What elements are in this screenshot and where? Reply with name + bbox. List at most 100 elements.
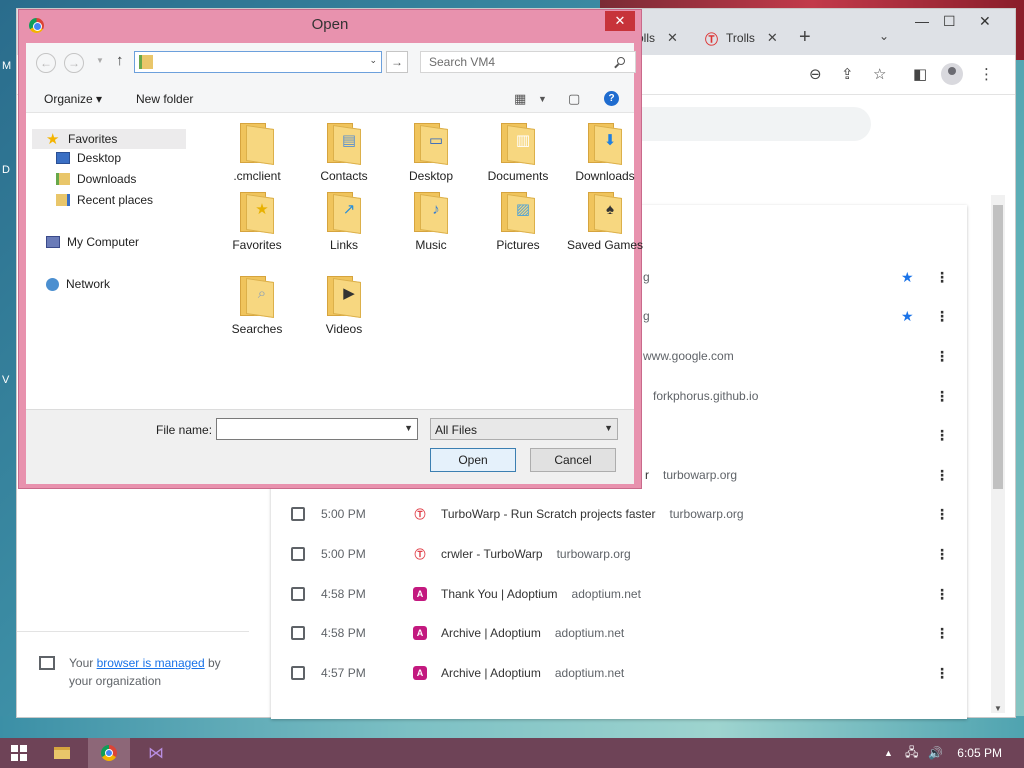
- file-explorer-icon[interactable]: [48, 738, 76, 768]
- side-panel-icon[interactable]: ◧: [913, 65, 927, 83]
- close-icon[interactable]: ✕: [667, 30, 678, 46]
- row-title[interactable]: crwler - TurboWarp: [441, 547, 543, 561]
- scrollbar[interactable]: ▼: [991, 195, 1005, 713]
- share-icon[interactable]: ⇪: [841, 65, 854, 83]
- folder-item[interactable]: ⬇ Downloads: [564, 119, 646, 184]
- new-tab-button[interactable]: +: [799, 26, 811, 49]
- folder-item[interactable]: ♪ Music: [390, 188, 472, 253]
- history-row[interactable]: 4:57 PM A Archive | Adoptium adoptium.net ⋮: [271, 653, 967, 693]
- folder-item[interactable]: ↗ Links: [303, 188, 385, 253]
- row-checkbox[interactable]: [291, 587, 305, 601]
- row-menu-dots-icon[interactable]: ⋮: [935, 506, 949, 523]
- tree-item-my-computer[interactable]: My Computer: [46, 235, 139, 249]
- history-row[interactable]: 5:00 PM Ⓣcrwler - TurboWarp turbowarp.org ⋮: [271, 534, 967, 574]
- chevron-down-icon[interactable]: ⌄: [369, 55, 377, 66]
- row-domain: adoptium.net: [554, 626, 625, 640]
- browser-tab[interactable]: Ⓣ Trolls ✕: [705, 23, 778, 53]
- open-button[interactable]: Open: [430, 448, 516, 472]
- row-menu-dots-icon[interactable]: ⋮: [935, 586, 949, 603]
- row-title[interactable]: Archive | Adoptium: [441, 666, 541, 680]
- row-checkbox[interactable]: [291, 547, 305, 561]
- row-title[interactable]: Archive | Adoptium: [441, 626, 541, 640]
- row-menu-dots-icon[interactable]: ⋮: [935, 348, 949, 365]
- tab-search-chevron-icon[interactable]: ⌄: [879, 29, 889, 43]
- row-menu-dots-icon[interactable]: ⋮: [935, 388, 949, 405]
- row-menu-dots-icon[interactable]: ⋮: [935, 269, 949, 286]
- tree-item-desktop[interactable]: Desktop: [56, 151, 121, 165]
- file-type-select[interactable]: All Files ▼: [430, 418, 618, 440]
- folder-item[interactable]: ▶ Videos: [303, 272, 385, 337]
- folder-item[interactable]: ★ Favorites: [216, 188, 298, 253]
- show-hidden-icons-chevron-icon[interactable]: ▲: [884, 748, 893, 758]
- row-checkbox[interactable]: [291, 666, 305, 680]
- back-arrow-icon[interactable]: ←: [36, 53, 56, 73]
- row-title[interactable]: Thank You | Adoptium: [441, 587, 558, 601]
- folder-item[interactable]: ⌕ Searches: [216, 272, 298, 337]
- chrome-taskbar-icon[interactable]: [88, 738, 130, 768]
- desktop-icon-label: V: [2, 374, 10, 386]
- recent-locations-chevron-icon[interactable]: ▼: [96, 56, 104, 65]
- folder-item[interactable]: ▭ Desktop: [390, 119, 472, 184]
- folder-item[interactable]: ▨ Pictures: [477, 188, 559, 253]
- row-title[interactable]: r: [645, 468, 649, 482]
- tree-item-network[interactable]: Network: [46, 277, 110, 291]
- go-arrow-button[interactable]: →: [386, 51, 408, 73]
- view-options-icon[interactable]: ▦: [514, 91, 526, 107]
- volume-icon[interactable]: 🔊: [928, 746, 943, 760]
- preview-pane-icon[interactable]: ▢: [568, 91, 580, 107]
- close-icon[interactable]: ✕: [767, 30, 778, 46]
- row-checkbox[interactable]: [291, 626, 305, 640]
- row-title[interactable]: TurboWarp - Run Scratch projects faster: [441, 507, 656, 521]
- dialog-close-button[interactable]: ✕: [605, 11, 635, 31]
- row-menu-dots-icon[interactable]: ⋮: [935, 308, 949, 325]
- row-checkbox[interactable]: [291, 507, 305, 521]
- tree-item-favorites[interactable]: ★ Favorites: [32, 129, 186, 149]
- address-bar[interactable]: ⌄: [134, 51, 382, 73]
- history-row[interactable]: 5:00 PM Ⓣ TurboWarp - Run Scratch projects…: [271, 494, 967, 534]
- organize-menu[interactable]: Organize ▾: [44, 92, 102, 106]
- network-status-icon[interactable]: 🖧: [905, 743, 918, 764]
- profile-avatar[interactable]: [941, 63, 963, 85]
- search-input[interactable]: Search VM4: [420, 51, 636, 73]
- clock[interactable]: 6:05 PM: [957, 746, 1002, 760]
- browser-tab[interactable]: olls ✕: [637, 23, 678, 53]
- row-menu-dots-icon[interactable]: ⋮: [935, 546, 949, 563]
- visual-studio-icon[interactable]: ⋈: [142, 738, 170, 768]
- bookmark-star-icon[interactable]: ★: [901, 269, 914, 286]
- row-menu-dots-icon[interactable]: ⋮: [935, 467, 949, 484]
- folder-item[interactable]: ▥ Documents: [477, 119, 559, 184]
- bookmark-star-icon[interactable]: ☆: [873, 65, 886, 83]
- view-chevron-icon[interactable]: ▼: [538, 94, 547, 104]
- folder-item[interactable]: ▤ Contacts: [303, 119, 385, 184]
- tree-item-recent-places[interactable]: Recent places: [56, 193, 153, 207]
- bookmark-star-icon[interactable]: ★: [901, 308, 914, 325]
- folder-icon: ▨: [499, 188, 537, 234]
- row-domain: forkphorus.github.io: [653, 389, 759, 403]
- managed-link[interactable]: browser is managed: [97, 656, 205, 670]
- cancel-button[interactable]: Cancel: [530, 448, 616, 472]
- start-button[interactable]: [8, 738, 30, 768]
- forward-arrow-icon[interactable]: →: [64, 53, 84, 73]
- maximize-button[interactable]: ☐: [943, 13, 956, 30]
- row-menu-dots-icon[interactable]: ⋮: [935, 427, 949, 444]
- minimize-button[interactable]: —: [915, 13, 929, 29]
- help-icon[interactable]: ?: [604, 91, 619, 106]
- tree-item-downloads[interactable]: Downloads: [56, 172, 136, 186]
- row-menu-dots-icon[interactable]: ⋮: [935, 625, 949, 642]
- folder-item[interactable]: ♠ Saved Games: [564, 188, 646, 253]
- history-row[interactable]: 4:58 PM A Archive | Adoptium adoptium.net ⋮: [271, 613, 967, 653]
- history-row[interactable]: 4:58 PM A Thank You | Adoptium adoptium.net…: [271, 574, 967, 614]
- menu-dots-icon[interactable]: ⋮: [979, 65, 994, 83]
- navigation-bar: ← → ▼ ↑ ⌄ → Search VM4: [26, 43, 636, 83]
- row-menu-dots-icon[interactable]: ⋮: [935, 665, 949, 682]
- scroll-down-arrow-icon[interactable]: ▼: [994, 704, 1002, 713]
- scrollbar-thumb[interactable]: [993, 205, 1003, 489]
- chevron-down-icon[interactable]: ▼: [404, 423, 413, 433]
- close-window-button[interactable]: ✕: [979, 13, 991, 30]
- history-search-box[interactable]: [617, 107, 871, 141]
- zoom-icon[interactable]: ⊖: [809, 65, 822, 83]
- folder-item[interactable]: .cmclient: [216, 119, 298, 184]
- new-folder-button[interactable]: New folder: [136, 92, 193, 106]
- file-name-input[interactable]: ▼: [216, 418, 418, 440]
- up-arrow-icon[interactable]: ↑: [116, 52, 124, 69]
